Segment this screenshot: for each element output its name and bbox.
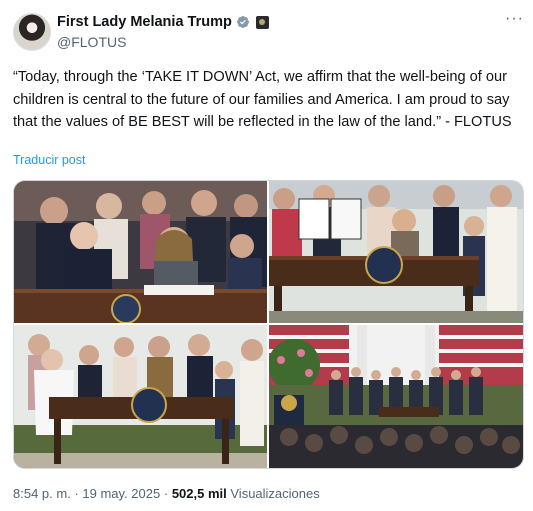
author-display-name[interactable]: First Lady Melania Trump bbox=[57, 14, 232, 30]
media-grid bbox=[13, 180, 524, 469]
views-label: Visualizaciones bbox=[230, 486, 320, 501]
author-name-row: First Lady Melania Trump bbox=[57, 14, 269, 30]
more-options-button[interactable]: ··· bbox=[505, 10, 524, 28]
tweet-card: First Lady Melania Trump @FLOTUS ··· “To… bbox=[0, 0, 533, 511]
author-handle[interactable]: @FLOTUS bbox=[57, 34, 126, 50]
verified-badge-icon[interactable] bbox=[236, 15, 250, 29]
meta-separator: · bbox=[74, 486, 79, 501]
photo-holding-signed-act[interactable] bbox=[269, 181, 523, 323]
avatar[interactable] bbox=[13, 13, 51, 51]
tweet-meta: 8:54 p. m. · 19 may. 2025 · 502,5 mil Vi… bbox=[13, 486, 320, 501]
post-time[interactable]: 8:54 p. m. bbox=[13, 486, 71, 501]
post-date[interactable]: 19 may. 2025 bbox=[82, 486, 160, 501]
photo-handshake-at-desk[interactable] bbox=[14, 325, 267, 468]
government-badge-icon bbox=[255, 15, 269, 29]
tweet-text: “Today, through the ‘TAKE IT DOWN’ Act, … bbox=[13, 69, 512, 130]
translate-link[interactable]: Traducir post bbox=[13, 153, 85, 167]
views-count: 502,5 mil bbox=[171, 486, 227, 501]
photo-rose-garden-crowd[interactable] bbox=[269, 325, 523, 468]
photo-signing-at-desk[interactable] bbox=[14, 181, 267, 323]
meta-separator: · bbox=[163, 486, 169, 501]
